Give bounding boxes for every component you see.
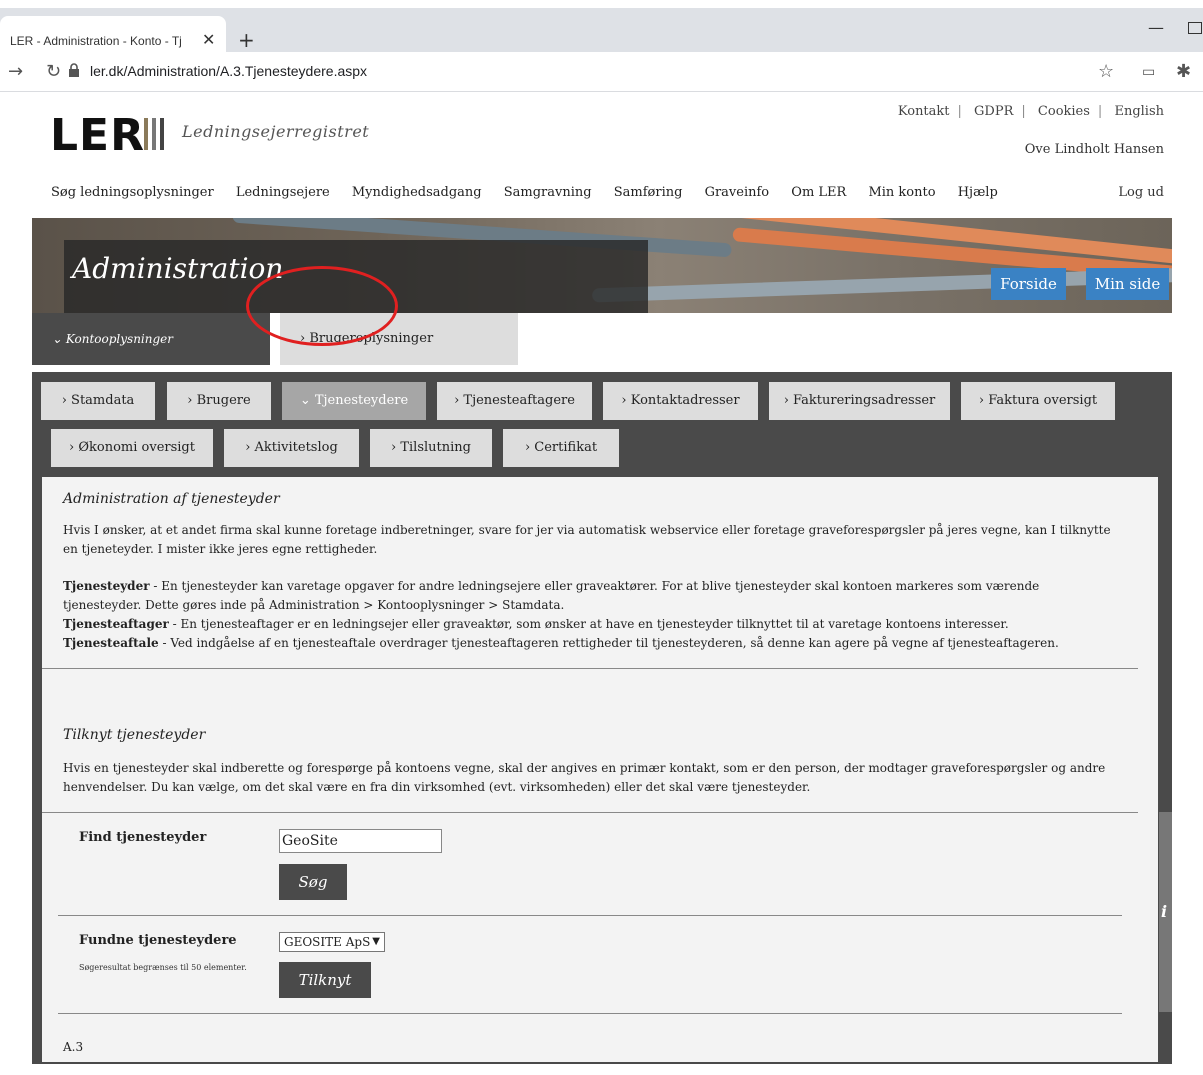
tab-tilslutning[interactable]: › Tilslutning [370, 429, 492, 467]
banner-title: Administration [72, 252, 284, 285]
browser-toolbar: → ↻ ler.dk/Administration/A.3.Tjenesteyd… [0, 52, 1203, 92]
attach-heading: Tilknyt tjenesteyder [63, 727, 206, 743]
ler-logo[interactable]: LER [50, 110, 145, 161]
extension-icon[interactable]: ▭ [1142, 64, 1155, 80]
nav-item-myndighedsadgang[interactable]: Myndighedsadgang [352, 185, 482, 200]
tab-stamdata[interactable]: › Stamdata [41, 382, 155, 420]
def-term-tjenesteyder: Tjenesteyder [63, 579, 150, 593]
find-label: Find tjenesteyder [79, 830, 207, 845]
def-term-tjenesteaftager: Tjenesteaftager [63, 617, 169, 631]
puzzle-icon[interactable]: ✱ [1176, 61, 1191, 82]
tab-oekonomi-oversigt[interactable]: › Økonomi oversigt [51, 429, 213, 467]
definitions: Tjenesteyder - En tjenesteyder kan varet… [63, 577, 1113, 653]
link-gdpr[interactable]: GDPR [974, 104, 1013, 119]
content-area: Administration af tjenesteyder Hvis I øn… [42, 477, 1158, 1062]
divider [42, 668, 1138, 669]
nav-item-min-konto[interactable]: Min konto [868, 185, 935, 200]
tab-faktura-oversigt[interactable]: › Faktura oversigt [961, 382, 1115, 420]
found-select[interactable]: GEOSITE ApS ▼ [279, 932, 385, 952]
minimize-icon[interactable]: — [1148, 18, 1164, 37]
search-input[interactable]: GeoSite [279, 829, 442, 853]
nav-item-soeg[interactable]: Søg ledningsoplysninger [51, 185, 214, 200]
tab-tjenesteydere[interactable]: ⌄ Tjenesteydere [282, 382, 426, 420]
page-code: A.3 [63, 1040, 84, 1054]
attach-text: Hvis en tjenesteyder skal indberette og … [63, 761, 1106, 794]
found-note: Søgeresultat begrænses til 50 elementer. [79, 963, 247, 972]
def-text-tjenesteyder: - En tjenesteyder kan varetage opgaver f… [63, 579, 1040, 612]
back-arrow-icon[interactable]: → [8, 61, 23, 82]
top-links: Kontakt | GDPR | Cookies | English [897, 104, 1164, 119]
tab-kontaktadresser[interactable]: › Kontaktadresser [603, 382, 758, 420]
address-bar[interactable]: ler.dk/Administration/A.3.Tjenesteydere.… [90, 63, 367, 79]
divider [42, 812, 1138, 813]
lock-icon [69, 63, 79, 77]
attach-button[interactable]: Tilknyt [279, 962, 371, 998]
chevron-down-icon: ▼ [372, 936, 380, 947]
divider [58, 915, 1122, 916]
def-text-tjenesteaftale: - Ved indgåelse af en tjenesteaftale ove… [158, 636, 1059, 650]
def-text-tjenesteaftager: - En tjenesteaftager er en ledningsejer … [168, 617, 1009, 631]
tab-brugere[interactable]: › Brugere [167, 382, 271, 420]
tab-faktureringsadresser[interactable]: › Faktureringsadresser [769, 382, 950, 420]
nav-item-om-ler[interactable]: Om LER [791, 185, 846, 200]
browser-tabstrip: LER - Administration - Konto - Tj ✕ + — [0, 0, 1203, 60]
star-icon[interactable]: ☆ [1098, 61, 1114, 82]
account-subtabs: ⌄ Kontooplysninger › Brugeroplysninger [32, 313, 1172, 365]
reload-icon[interactable]: ↻ [46, 61, 61, 82]
maximize-icon[interactable] [1188, 22, 1202, 34]
search-button[interactable]: Søg [279, 864, 347, 900]
browser-tab-title: LER - Administration - Konto - Tj [10, 34, 182, 48]
found-select-value: GEOSITE ApS [284, 935, 371, 949]
tab-kontooplysninger[interactable]: ⌄ Kontooplysninger [32, 313, 270, 365]
highlight-circle [246, 266, 398, 346]
logout-link[interactable]: Log ud [1118, 185, 1164, 200]
nav-item-hjaelp[interactable]: Hjælp [958, 185, 998, 200]
found-label: Fundne tjenesteydere [79, 933, 237, 948]
new-tab-icon[interactable]: + [238, 28, 255, 52]
info-icon: i [1161, 902, 1168, 921]
link-english[interactable]: English [1114, 104, 1164, 119]
nav-item-ledningsejere[interactable]: Ledningsejere [236, 185, 330, 200]
tab-certifikat[interactable]: › Certifikat [503, 429, 619, 467]
admin-heading: Administration af tjenesteyder [63, 491, 280, 507]
info-tab[interactable]: i [1159, 812, 1172, 1012]
nav-item-samgravning[interactable]: Samgravning [504, 185, 592, 200]
nav-item-graveinfo[interactable]: Graveinfo [705, 185, 770, 200]
nav-item-samfoering[interactable]: Samføring [614, 185, 683, 200]
page: LER Ledningsejerregistret Kontakt | GDPR |… [32, 92, 1172, 1075]
def-term-tjenesteaftale: Tjenesteaftale [63, 636, 159, 650]
tab-aktivitetslog[interactable]: › Aktivitetslog [224, 429, 359, 467]
link-cookies[interactable]: Cookies [1038, 104, 1090, 119]
tab-tjenesteaftagere[interactable]: › Tjenesteaftagere [437, 382, 592, 420]
logo-bars-icon [144, 118, 168, 154]
close-tab-icon[interactable]: ✕ [202, 30, 215, 49]
link-kontakt[interactable]: Kontakt [898, 104, 950, 119]
divider [58, 1013, 1122, 1014]
min-side-button[interactable]: Min side [1086, 268, 1169, 300]
forside-button[interactable]: Forside [991, 268, 1066, 300]
main-nav: Søg ledningsoplysninger Ledningsejere My… [51, 185, 1016, 200]
user-name[interactable]: Ove Lindholt Hansen [1025, 142, 1164, 157]
admin-intro: Hvis I ønsker, at et andet firma skal ku… [63, 523, 1111, 556]
logo-subtitle: Ledningsejerregistret [182, 122, 370, 141]
